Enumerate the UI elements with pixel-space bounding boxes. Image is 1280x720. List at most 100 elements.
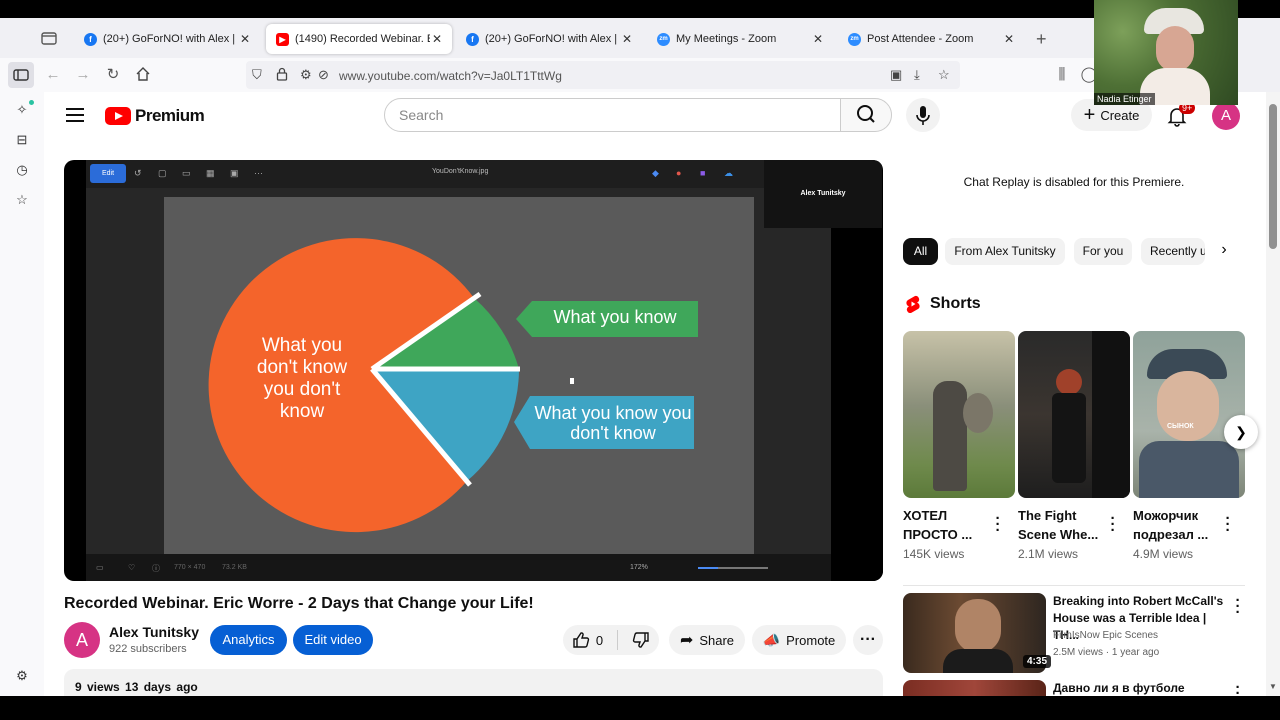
webcam-overlay [1094, 0, 1238, 105]
recommended-title[interactable]: Давно ли я в футболе [1053, 680, 1231, 696]
video-title: Recorded Webinar. Eric Worre - 2 Days th… [64, 595, 534, 612]
recommended-menu-icon[interactable]: ··· [1233, 593, 1243, 620]
search-icon [857, 105, 875, 123]
like-button[interactable]: 0 [572, 631, 603, 649]
tab-overview-icon[interactable] [40, 30, 58, 46]
tab-zoom-meetings[interactable]: zm My Meetings - Zoom ✕ [647, 24, 833, 54]
permissions-icon[interactable]: ⚙ [300, 67, 312, 83]
library-icon[interactable]: ⫼ [1053, 66, 1071, 84]
channel-name[interactable]: Alex Tunitsky [109, 624, 199, 640]
lock-icon[interactable] [276, 67, 288, 84]
sidebar-toggle-icon[interactable] [8, 62, 34, 88]
account-avatar[interactable]: A [1212, 102, 1240, 130]
image-editor-statusbar: ▭ ♡ ⓘ 770 × 470 73.2 KB 172% [86, 554, 831, 581]
scrollbar-thumb[interactable] [1269, 104, 1277, 249]
description-box[interactable]: 9 views 13 days ago [64, 669, 883, 696]
facebook-icon: f [84, 32, 97, 46]
screen: f (20+) GoForNO! with Alex | Facebook ✕ … [0, 0, 1280, 720]
image-icon: ▦ [206, 168, 215, 178]
promote-label: Promote [786, 632, 836, 648]
ai-assistant-icon[interactable]: ✧ [14, 102, 30, 118]
youtube-logo[interactable]: Premium [105, 106, 205, 126]
menu-icon[interactable] [66, 108, 84, 122]
tab-strip: f (20+) GoForNO! with Alex | Facebook ✕ … [0, 18, 1095, 58]
channel-avatar[interactable]: A [64, 622, 100, 658]
back-icon[interactable]: ← [44, 66, 62, 84]
short-thumbnail[interactable] [1018, 331, 1130, 498]
chip-recently-uploaded[interactable]: Recently uploaded [1141, 238, 1205, 265]
short-menu-icon[interactable]: · · · [1108, 511, 1118, 538]
search-button[interactable] [840, 98, 892, 132]
new-tab-icon[interactable]: + [1036, 29, 1047, 50]
save-to-pocket-icon[interactable]: ⤓ [914, 67, 920, 83]
thumbs-down-icon[interactable] [632, 631, 650, 649]
heart-icon: ♡ [128, 563, 136, 572]
short-thumbnail[interactable]: СЫНОК [1133, 331, 1245, 498]
close-tab-icon[interactable]: ✕ [620, 32, 634, 46]
forward-icon[interactable]: → [74, 66, 92, 84]
create-label: Create [1100, 107, 1140, 123]
section-divider [903, 585, 1245, 586]
bookmarks-icon[interactable]: ☆ [14, 192, 30, 208]
short-title[interactable]: The Fight Scene Whe... [1018, 506, 1112, 544]
tab-title: My Meetings - Zoom [676, 33, 777, 45]
notification-dot [29, 100, 34, 105]
chip-for-you[interactable]: For you [1074, 238, 1132, 265]
close-tab-icon[interactable]: ✕ [1002, 32, 1016, 46]
history-icon[interactable]: ◷ [14, 162, 30, 178]
bookmark-star-icon[interactable]: ☆ [938, 67, 950, 83]
upload-age: 13 days ago [125, 680, 198, 694]
letterbox-top [0, 0, 1094, 18]
url-text[interactable]: www.youtube.com/watch?v=Ja0LT1TttWg [339, 69, 562, 83]
short-thumbnail[interactable] [903, 331, 1015, 498]
autoplay-blocked-icon[interactable]: ⊘ [318, 67, 329, 83]
recommended-channel[interactable]: FilmIsNow Epic Scenes [1053, 630, 1158, 641]
video-player[interactable]: Edit ↺ ▢ ▭ ▦ ▣ ··· YouDon'tKnow.jpg ◆ ● … [64, 160, 883, 581]
youtube-page: Premium Search + Create 9+ A Edit ↺ ▢ ▭ … [44, 92, 1266, 696]
file-size: 73.2 KB [222, 564, 247, 571]
chip-from-channel[interactable]: From Alex Tunitsky [945, 238, 1065, 265]
recommended-menu-icon[interactable]: ··· [1233, 680, 1243, 696]
tab-facebook-2[interactable]: f (20+) GoForNO! with Alex | Facebook ✕ [456, 24, 642, 54]
tab-youtube[interactable]: ▶ (1490) Recorded Webinar. Eric Worre ✕ [266, 24, 452, 54]
more-actions-button[interactable]: ··· [853, 625, 883, 655]
short-figure [1052, 393, 1086, 483]
close-tab-icon[interactable]: ✕ [811, 32, 825, 46]
page-scrollbar[interactable]: ▼ [1266, 92, 1280, 696]
share-button[interactable]: ➦ Share [669, 625, 745, 655]
synced-tabs-icon[interactable]: ⊟ [14, 132, 30, 148]
tab-facebook-1[interactable]: f (20+) GoForNO! with Alex | Facebook ✕ [74, 24, 260, 54]
shield-icon[interactable]: ⛉ [252, 67, 262, 83]
chips-next-icon[interactable]: › [1214, 241, 1234, 263]
close-tab-icon[interactable]: ✕ [238, 32, 252, 46]
url-bar[interactable]: ⛉ ⚙ ⊘ www.youtube.com/watch?v=Ja0LT1TttW… [246, 61, 960, 89]
chevron-right-icon: ❯ [1235, 424, 1247, 440]
voice-search-button[interactable] [906, 98, 940, 132]
short-figure [963, 393, 993, 433]
shorts-icon [906, 295, 920, 313]
chip-all[interactable]: All [903, 238, 938, 265]
image-canvas: What you don't know you don't know What … [86, 188, 831, 555]
tab-zoom-attendee[interactable]: zm Post Attendee - Zoom ✕ [838, 24, 1024, 54]
short-views: 4.9M views [1133, 547, 1194, 561]
home-icon[interactable] [134, 66, 152, 84]
presenter-tile: Alex Tunitsky [764, 160, 882, 228]
scroll-down-icon[interactable]: ▼ [1269, 682, 1277, 691]
video-duration: 4:35 [1023, 655, 1052, 668]
picture-in-picture-icon[interactable]: ▣ [890, 67, 902, 83]
edit-video-button[interactable]: Edit video [293, 625, 373, 655]
recommended-thumbnail[interactable] [903, 680, 1046, 696]
app-icon: ● [676, 168, 682, 178]
shorts-next-button[interactable]: ❯ [1224, 415, 1258, 449]
promote-button[interactable]: 📣 Promote [752, 625, 846, 655]
short-menu-icon[interactable]: · · · [1223, 511, 1233, 538]
reload-icon[interactable]: ↻ [104, 66, 122, 84]
analytics-button[interactable]: Analytics [210, 625, 287, 655]
browser-sidebar: ✧ ⊟ ◷ ☆ ⚙ [0, 92, 44, 696]
settings-gear-icon[interactable]: ⚙ [14, 668, 30, 684]
close-tab-icon[interactable]: ✕ [430, 32, 444, 46]
short-title[interactable]: Можорчик подрезал ... [1133, 506, 1227, 544]
search-input[interactable]: Search [384, 98, 841, 132]
short-menu-icon[interactable]: · · · [993, 511, 1003, 538]
short-title[interactable]: ХОТЕЛ ПРОСТО ... [903, 506, 997, 544]
